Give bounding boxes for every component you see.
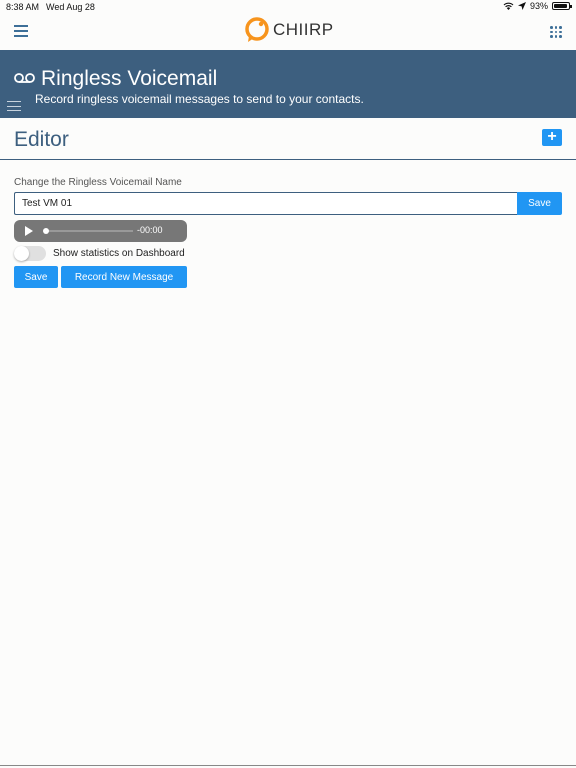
audio-player: -00:00 — [14, 220, 187, 242]
voicemail-name-input[interactable] — [14, 192, 518, 215]
editor-section-header: Editor + — [0, 120, 576, 160]
audio-seek-knob[interactable] — [43, 228, 49, 234]
play-icon[interactable] — [25, 226, 33, 236]
statistics-toggle-label: Show statistics on Dashboard — [53, 248, 185, 259]
brand-logo[interactable]: CHIIRP — [245, 17, 334, 43]
status-bar: 8:38 AM Wed Aug 28 93% — [0, 0, 576, 14]
page-subtitle: Record ringless voicemail messages to se… — [35, 92, 364, 106]
audio-seek-bar[interactable] — [45, 230, 133, 232]
page-title: Ringless Voicemail — [41, 67, 218, 90]
side-menu-toggle-icon[interactable] — [7, 101, 21, 113]
status-time: 8:38 AM — [6, 2, 40, 12]
apps-grid-icon[interactable] — [550, 26, 562, 38]
save-button[interactable]: Save — [14, 266, 58, 288]
top-navbar: CHIIRP — [0, 14, 576, 50]
status-date: Wed Aug 28 — [46, 2, 95, 12]
battery-icon — [552, 2, 572, 10]
voicemail-icon — [14, 73, 35, 83]
record-new-message-button[interactable]: Record New Message — [61, 266, 187, 288]
statistics-toggle[interactable] — [14, 246, 46, 261]
page-header-banner: Ringless Voicemail Record ringless voice… — [0, 50, 576, 118]
status-right: 93% — [503, 1, 572, 11]
add-button[interactable]: + — [542, 129, 562, 146]
wifi-icon — [503, 2, 514, 10]
location-arrow-icon — [517, 2, 526, 10]
save-name-button[interactable]: Save — [517, 192, 562, 215]
name-field-label: Change the Ringless Voicemail Name — [14, 177, 182, 188]
battery-percent: 93% — [529, 1, 548, 11]
bottom-divider — [0, 765, 576, 766]
banner-title-row: Ringless Voicemail — [14, 67, 217, 91]
chiirp-logo-icon — [245, 17, 269, 42]
toggle-knob — [14, 246, 29, 261]
editor-title: Editor — [14, 128, 69, 151]
hamburger-menu-icon[interactable] — [14, 25, 28, 37]
brand-name: CHIIRP — [273, 20, 334, 39]
audio-time: -00:00 — [137, 225, 163, 235]
